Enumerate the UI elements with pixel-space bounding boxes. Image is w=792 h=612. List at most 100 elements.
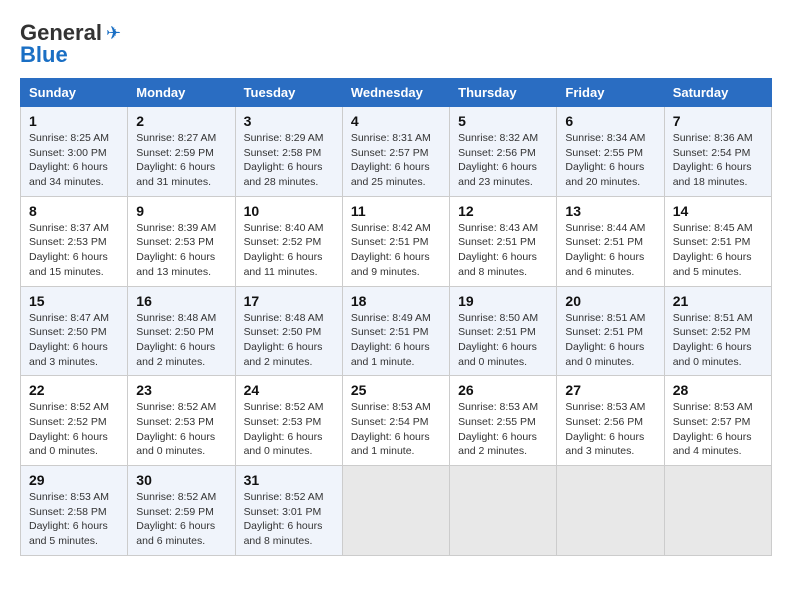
calendar-cell: 7 Sunrise: 8:36 AMSunset: 2:54 PMDaylight… xyxy=(664,107,771,197)
day-info: Sunrise: 8:52 AMSunset: 2:52 PMDaylight:… xyxy=(29,400,119,459)
day-info: Sunrise: 8:51 AMSunset: 2:52 PMDaylight:… xyxy=(673,311,763,370)
week-row-2: 8 Sunrise: 8:37 AMSunset: 2:53 PMDaylight… xyxy=(21,196,772,286)
day-info: Sunrise: 8:52 AMSunset: 3:01 PMDaylight:… xyxy=(244,490,334,549)
day-number: 19 xyxy=(458,293,548,309)
day-header-thursday: Thursday xyxy=(450,79,557,107)
day-info: Sunrise: 8:48 AMSunset: 2:50 PMDaylight:… xyxy=(244,311,334,370)
week-row-3: 15 Sunrise: 8:47 AMSunset: 2:50 PMDayligh… xyxy=(21,286,772,376)
day-number: 18 xyxy=(351,293,441,309)
day-header-monday: Monday xyxy=(128,79,235,107)
calendar-cell: 3 Sunrise: 8:29 AMSunset: 2:58 PMDaylight… xyxy=(235,107,342,197)
calendar-cell: 27 Sunrise: 8:53 AMSunset: 2:56 PMDayligh… xyxy=(557,376,664,466)
day-number: 12 xyxy=(458,203,548,219)
day-number: 27 xyxy=(565,382,655,398)
calendar-cell: 11Sunrise: 8:42 AMSunset: 2:51 PMDayligh… xyxy=(342,196,449,286)
day-info: Sunrise: 8:44 AMSunset: 2:51 PMDaylight:… xyxy=(565,221,655,280)
calendar-cell xyxy=(664,466,771,556)
day-info: Sunrise: 8:31 AMSunset: 2:57 PMDaylight:… xyxy=(351,131,441,190)
calendar-cell: 31Sunrise: 8:52 AMSunset: 3:01 PMDayligh… xyxy=(235,466,342,556)
calendar-cell: 26 Sunrise: 8:53 AMSunset: 2:55 PMDayligh… xyxy=(450,376,557,466)
calendar-cell: 6 Sunrise: 8:34 AMSunset: 2:55 PMDaylight… xyxy=(557,107,664,197)
calendar-cell: 24 Sunrise: 8:52 AMSunset: 2:53 PMDayligh… xyxy=(235,376,342,466)
day-number: 22 xyxy=(29,382,119,398)
day-number: 15 xyxy=(29,293,119,309)
calendar-cell: 12 Sunrise: 8:43 AMSunset: 2:51 PMDayligh… xyxy=(450,196,557,286)
day-info: Sunrise: 8:51 AMSunset: 2:51 PMDaylight:… xyxy=(565,311,655,370)
day-number: 2 xyxy=(136,113,226,129)
calendar-cell: 22 Sunrise: 8:52 AMSunset: 2:52 PMDayligh… xyxy=(21,376,128,466)
day-number: 17 xyxy=(244,293,334,309)
day-number: 3 xyxy=(244,113,334,129)
day-number: 29 xyxy=(29,472,119,488)
day-info: Sunrise: 8:29 AMSunset: 2:58 PMDaylight:… xyxy=(244,131,334,190)
calendar-cell: 28 Sunrise: 8:53 AMSunset: 2:57 PMDayligh… xyxy=(664,376,771,466)
day-number: 4 xyxy=(351,113,441,129)
calendar-cell: 5 Sunrise: 8:32 AMSunset: 2:56 PMDaylight… xyxy=(450,107,557,197)
day-info: Sunrise: 8:37 AMSunset: 2:53 PMDaylight:… xyxy=(29,221,119,280)
calendar-cell: 19Sunrise: 8:50 AMSunset: 2:51 PMDayligh… xyxy=(450,286,557,376)
logo-bird-icon: ✈ xyxy=(106,23,121,44)
day-info: Sunrise: 8:52 AMSunset: 2:53 PMDaylight:… xyxy=(136,400,226,459)
day-info: Sunrise: 8:32 AMSunset: 2:56 PMDaylight:… xyxy=(458,131,548,190)
day-info: Sunrise: 8:39 AMSunset: 2:53 PMDaylight:… xyxy=(136,221,226,280)
calendar-cell: 10 Sunrise: 8:40 AMSunset: 2:52 PMDayligh… xyxy=(235,196,342,286)
day-info: Sunrise: 8:53 AMSunset: 2:55 PMDaylight:… xyxy=(458,400,548,459)
day-number: 16 xyxy=(136,293,226,309)
logo: General ✈ Blue xyxy=(20,20,121,68)
day-number: 26 xyxy=(458,382,548,398)
day-info: Sunrise: 8:45 AMSunset: 2:51 PMDaylight:… xyxy=(673,221,763,280)
day-number: 5 xyxy=(458,113,548,129)
calendar-cell: 20Sunrise: 8:51 AMSunset: 2:51 PMDayligh… xyxy=(557,286,664,376)
calendar-cell: 9 Sunrise: 8:39 AMSunset: 2:53 PMDaylight… xyxy=(128,196,235,286)
day-info: Sunrise: 8:43 AMSunset: 2:51 PMDaylight:… xyxy=(458,221,548,280)
day-number: 7 xyxy=(673,113,763,129)
day-info: Sunrise: 8:49 AMSunset: 2:51 PMDaylight:… xyxy=(351,311,441,370)
day-number: 28 xyxy=(673,382,763,398)
day-number: 1 xyxy=(29,113,119,129)
calendar-cell: 14 Sunrise: 8:45 AMSunset: 2:51 PMDayligh… xyxy=(664,196,771,286)
calendar-table: SundayMondayTuesdayWednesdayThursdayFrid… xyxy=(20,78,772,556)
calendar-cell: 1 Sunrise: 8:25 AMSunset: 3:00 PMDaylight… xyxy=(21,107,128,197)
calendar-header-row: SundayMondayTuesdayWednesdayThursdayFrid… xyxy=(21,79,772,107)
calendar-cell: 8 Sunrise: 8:37 AMSunset: 2:53 PMDaylight… xyxy=(21,196,128,286)
day-number: 8 xyxy=(29,203,119,219)
logo-blue-text: Blue xyxy=(20,42,68,68)
calendar-cell: 30Sunrise: 8:52 AMSunset: 2:59 PMDayligh… xyxy=(128,466,235,556)
day-number: 25 xyxy=(351,382,441,398)
day-info: Sunrise: 8:53 AMSunset: 2:56 PMDaylight:… xyxy=(565,400,655,459)
calendar-cell: 16 Sunrise: 8:48 AMSunset: 2:50 PMDayligh… xyxy=(128,286,235,376)
day-number: 14 xyxy=(673,203,763,219)
day-info: Sunrise: 8:53 AMSunset: 2:57 PMDaylight:… xyxy=(673,400,763,459)
day-number: 24 xyxy=(244,382,334,398)
day-number: 23 xyxy=(136,382,226,398)
day-number: 13 xyxy=(565,203,655,219)
day-info: Sunrise: 8:52 AMSunset: 2:53 PMDaylight:… xyxy=(244,400,334,459)
calendar-cell: 18 Sunrise: 8:49 AMSunset: 2:51 PMDayligh… xyxy=(342,286,449,376)
day-header-wednesday: Wednesday xyxy=(342,79,449,107)
calendar-cell: 29 Sunrise: 8:53 AMSunset: 2:58 PMDayligh… xyxy=(21,466,128,556)
day-info: Sunrise: 8:52 AMSunset: 2:59 PMDaylight:… xyxy=(136,490,226,549)
day-info: Sunrise: 8:34 AMSunset: 2:55 PMDaylight:… xyxy=(565,131,655,190)
calendar-cell: 15 Sunrise: 8:47 AMSunset: 2:50 PMDayligh… xyxy=(21,286,128,376)
day-number: 6 xyxy=(565,113,655,129)
week-row-1: 1 Sunrise: 8:25 AMSunset: 3:00 PMDaylight… xyxy=(21,107,772,197)
day-header-friday: Friday xyxy=(557,79,664,107)
day-info: Sunrise: 8:48 AMSunset: 2:50 PMDaylight:… xyxy=(136,311,226,370)
day-number: 10 xyxy=(244,203,334,219)
calendar-cell: 4 Sunrise: 8:31 AMSunset: 2:57 PMDaylight… xyxy=(342,107,449,197)
calendar-cell: 21Sunrise: 8:51 AMSunset: 2:52 PMDayligh… xyxy=(664,286,771,376)
calendar-cell xyxy=(342,466,449,556)
calendar-cell xyxy=(450,466,557,556)
calendar-cell: 2 Sunrise: 8:27 AMSunset: 2:59 PMDaylight… xyxy=(128,107,235,197)
day-number: 11 xyxy=(351,203,441,219)
day-info: Sunrise: 8:25 AMSunset: 3:00 PMDaylight:… xyxy=(29,131,119,190)
calendar-cell: 13 Sunrise: 8:44 AMSunset: 2:51 PMDayligh… xyxy=(557,196,664,286)
day-number: 9 xyxy=(136,203,226,219)
day-info: Sunrise: 8:47 AMSunset: 2:50 PMDaylight:… xyxy=(29,311,119,370)
day-info: Sunrise: 8:27 AMSunset: 2:59 PMDaylight:… xyxy=(136,131,226,190)
day-info: Sunrise: 8:53 AMSunset: 2:54 PMDaylight:… xyxy=(351,400,441,459)
day-info: Sunrise: 8:53 AMSunset: 2:58 PMDaylight:… xyxy=(29,490,119,549)
day-info: Sunrise: 8:40 AMSunset: 2:52 PMDaylight:… xyxy=(244,221,334,280)
day-header-saturday: Saturday xyxy=(664,79,771,107)
day-info: Sunrise: 8:36 AMSunset: 2:54 PMDaylight:… xyxy=(673,131,763,190)
